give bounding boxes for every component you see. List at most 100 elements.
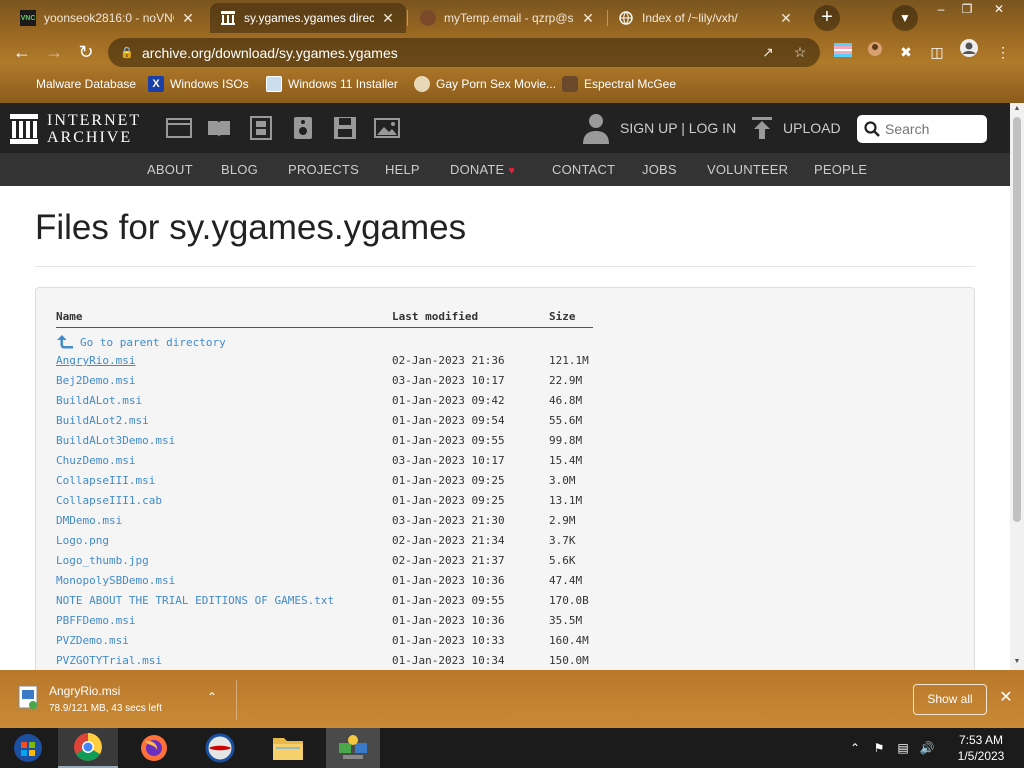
nav-donate[interactable]: DONATE ♥	[450, 162, 515, 177]
nav-jobs[interactable]: JOBS	[642, 162, 677, 177]
menu-kebab-icon[interactable]: ⋮	[990, 38, 1016, 66]
file-size: 3.7K	[549, 534, 576, 547]
software-floppy-icon[interactable]	[332, 116, 358, 140]
show-hidden-icons-chevron-icon[interactable]: ⌃	[845, 741, 865, 755]
share-icon[interactable]: ↗	[756, 38, 780, 67]
network-app-icon	[339, 735, 367, 759]
file-name-link[interactable]: BuildALot2.msi	[56, 414, 149, 427]
tab-mytemp[interactable]: myTemp.email - qzrp@sra ✕	[410, 3, 606, 33]
tab-index-lily[interactable]: Index of /~lily/vxh/ ✕	[608, 3, 804, 33]
file-name-link[interactable]: NOTE ABOUT THE TRIAL EDITIONS OF GAMES.t…	[56, 594, 334, 607]
address-bar[interactable]: 🔒 archive.org/download/sy.ygames.ygames …	[108, 38, 820, 67]
nav-contact[interactable]: CONTACT	[552, 162, 615, 177]
tab-search-chevron-icon[interactable]: ▼	[892, 5, 918, 31]
page-scrollbar[interactable]: ▲ ▼	[1010, 103, 1024, 670]
internet-archive-icon	[220, 10, 236, 26]
tab-close-icon[interactable]: ✕	[180, 10, 196, 27]
file-name-link[interactable]: ChuzDemo.msi	[56, 454, 135, 467]
web-icon[interactable]	[166, 116, 192, 140]
scroll-thumb[interactable]	[1013, 117, 1021, 522]
nav-volunteer[interactable]: VOLUNTEER	[707, 162, 788, 177]
extensions-puzzle-icon[interactable]: ✖	[893, 38, 919, 66]
bookmark-gay-porn-sex-movie[interactable]: Gay Porn Sex Movie...	[414, 74, 556, 94]
file-listing: Name Last modified Size Go to parent dir…	[35, 287, 975, 670]
user-avatar-icon[interactable]	[582, 112, 610, 144]
column-header-name[interactable]: Name	[56, 310, 83, 323]
tab-title: yoonseok2816:0 - noVNC	[44, 11, 174, 25]
reload-icon[interactable]: ↻	[72, 38, 100, 66]
action-center-flag-icon[interactable]: ⚑	[869, 741, 889, 755]
upload-arrow-icon[interactable]	[752, 117, 772, 139]
file-name-link[interactable]: Logo_thumb.jpg	[56, 554, 149, 567]
tab-close-icon[interactable]: ✕	[778, 10, 794, 27]
column-header-size[interactable]: Size	[549, 310, 576, 323]
new-tab-button[interactable]: +	[814, 5, 840, 31]
tab-novnc[interactable]: VNC yoonseok2816:0 - noVNC ✕	[10, 3, 206, 33]
taskbar-network-app[interactable]	[326, 728, 380, 768]
images-photo-icon[interactable]	[374, 116, 400, 140]
nav-about[interactable]: ABOUT	[147, 162, 193, 177]
upload-link[interactable]: UPLOAD	[783, 120, 841, 136]
file-name-link[interactable]: CollapseIII1.cab	[56, 494, 162, 507]
close-window-icon[interactable]: ✕	[984, 0, 1014, 18]
search-box[interactable]	[857, 115, 987, 143]
show-all-button[interactable]: Show all	[913, 684, 987, 715]
network-icon[interactable]: ▤	[893, 741, 913, 755]
parent-directory-link[interactable]: Go to parent directory	[56, 334, 226, 350]
ia-header: INTERNET ARCHIVE SIGN UP | LOG IN UPLOAD…	[0, 103, 1010, 153]
taskbar-chrome[interactable]	[58, 728, 118, 768]
bookmark-windows-11-installer[interactable]: Windows 11 Installer	[266, 74, 398, 94]
file-modified: 01-Jan-2023 09:25	[392, 474, 505, 487]
chevron-up-icon[interactable]: ⌃	[204, 690, 220, 706]
volume-speaker-icon[interactable]: 🔊	[917, 741, 937, 755]
tab-close-icon[interactable]: ✕	[580, 10, 596, 27]
sign-up-log-in-link[interactable]: SIGN UP | LOG IN	[620, 120, 736, 136]
tab-close-icon[interactable]: ✕	[380, 10, 396, 27]
nav-blog[interactable]: BLOG	[221, 162, 258, 177]
file-size: 150.0M	[549, 654, 589, 667]
file-name-link[interactable]: CollapseIII.msi	[56, 474, 155, 487]
parent-directory-label: Go to parent directory	[80, 335, 226, 349]
file-name-link[interactable]: Logo.png	[56, 534, 109, 547]
bookmark-malware-database[interactable]: Malware Database	[14, 74, 136, 94]
extension-avatar-icon[interactable]	[862, 38, 888, 66]
taskbar-firefox[interactable]	[124, 728, 184, 768]
scroll-up-arrow-icon[interactable]: ▲	[1013, 105, 1021, 112]
search-input[interactable]	[885, 121, 985, 137]
nav-people[interactable]: PEOPLE	[814, 162, 867, 177]
file-name-link[interactable]: Bej2Demo.msi	[56, 374, 135, 387]
side-panel-icon[interactable]: ◫	[924, 38, 950, 66]
system-clock[interactable]: 7:53 AM 1/5/2023	[946, 732, 1016, 764]
file-name-link[interactable]: AngryRio.msi	[56, 354, 135, 367]
ia-logo[interactable]: INTERNET ARCHIVE	[10, 112, 141, 146]
close-shelf-icon[interactable]: ✕	[996, 688, 1016, 708]
profile-icon[interactable]	[956, 38, 982, 66]
start-button[interactable]	[0, 728, 56, 768]
archive-temple-icon	[10, 114, 38, 144]
file-name-link[interactable]: PVZDemo.msi	[56, 634, 129, 647]
bookmark-espectral-mcgee[interactable]: Espectral McGee	[562, 74, 676, 94]
audio-speaker-icon[interactable]	[290, 116, 316, 140]
file-name-link[interactable]: BuildALot.msi	[56, 394, 142, 407]
download-item[interactable]: AngryRio.msi 78.9/121 MB, 43 secs left ⌃	[0, 670, 236, 728]
taskbar-opera[interactable]	[190, 728, 250, 768]
scroll-down-arrow-icon[interactable]: ▼	[1013, 658, 1021, 665]
nav-help[interactable]: HELP	[385, 162, 420, 177]
tab-archive[interactable]: sy.ygames.ygames directo ✕	[210, 3, 406, 33]
file-name-link[interactable]: PBFFDemo.msi	[56, 614, 135, 627]
file-name-link[interactable]: DMDemo.msi	[56, 514, 122, 527]
video-film-icon[interactable]	[248, 116, 274, 140]
restore-window-icon[interactable]: ❐	[952, 0, 982, 18]
forward-arrow-icon[interactable]: →	[40, 38, 68, 66]
column-header-modified[interactable]: Last modified	[392, 310, 478, 323]
file-name-link[interactable]: MonopolySBDemo.msi	[56, 574, 175, 587]
back-arrow-icon[interactable]: ←	[8, 38, 36, 66]
bookmark-windows-isos[interactable]: X Windows ISOs	[148, 74, 249, 94]
texts-book-icon[interactable]	[206, 116, 232, 140]
file-name-link[interactable]: BuildALot3Demo.msi	[56, 434, 175, 447]
taskbar-file-explorer[interactable]	[258, 728, 318, 768]
file-name-link[interactable]: PVZGOTYTrial.msi	[56, 654, 162, 667]
bookmark-star-icon[interactable]: ☆	[788, 38, 812, 67]
nav-projects[interactable]: PROJECTS	[288, 162, 359, 177]
extension-flag-icon[interactable]	[830, 38, 856, 66]
